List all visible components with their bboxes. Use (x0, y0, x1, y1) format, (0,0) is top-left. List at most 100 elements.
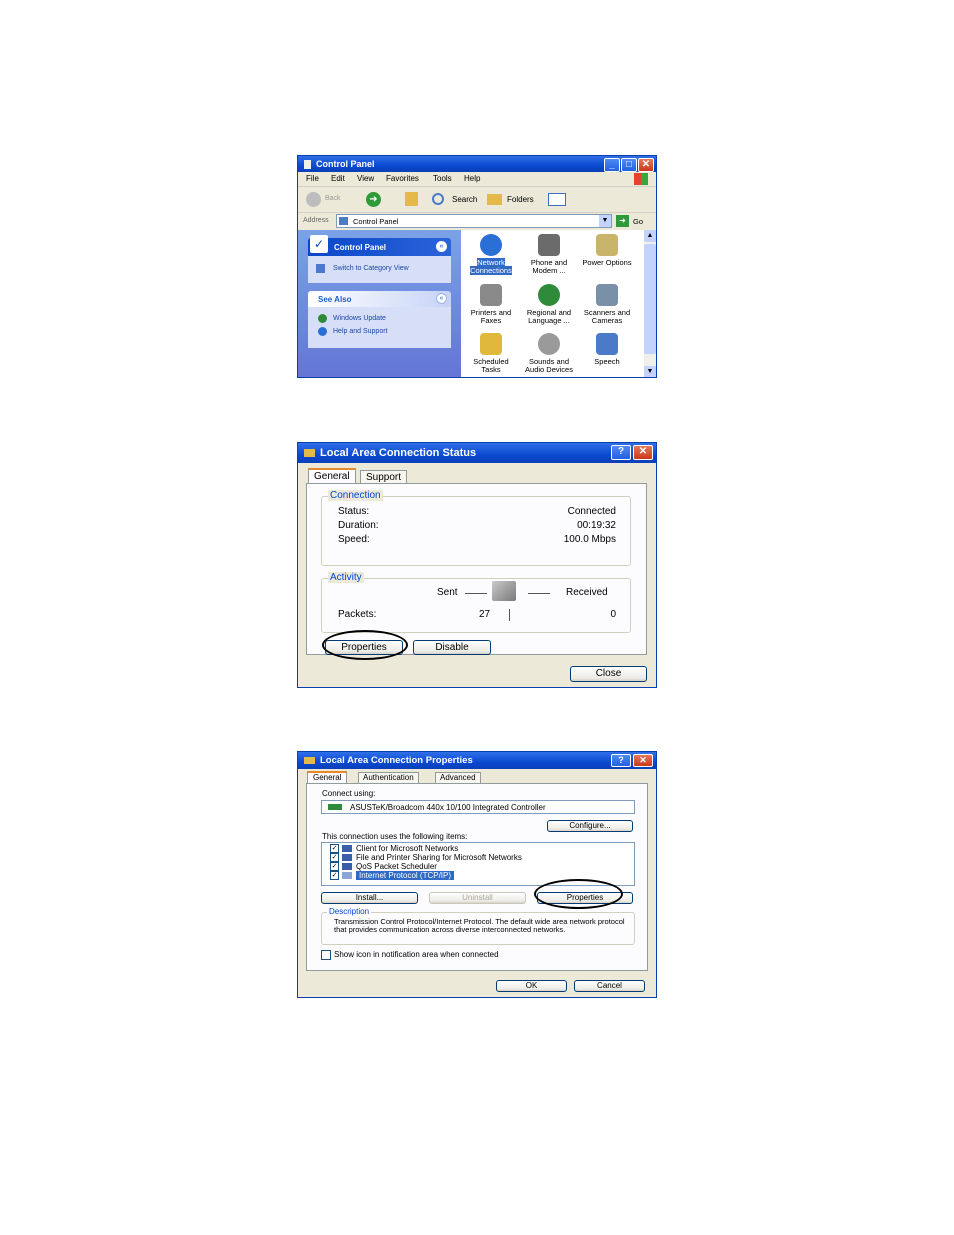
computers-activity-icon (492, 581, 516, 601)
network-connections-label-2: Connections (470, 266, 512, 275)
folders-icon[interactable] (487, 194, 502, 205)
tcpip-properties-highlight-circle (534, 879, 623, 909)
tab-support-label: Support (366, 472, 402, 483)
help-support-link[interactable]: Help and Support (333, 328, 387, 335)
properties-dialog: Local Area Connection Properties ? ✕ Gen… (297, 751, 657, 998)
printers-faxes-item[interactable]: Printers and Faxes (463, 284, 519, 325)
task-box-title: Control Panel (334, 243, 387, 252)
switch-category-link[interactable]: Switch to Category View (333, 265, 409, 272)
speech-label: Speech (594, 357, 620, 366)
see-also-collapse-icon[interactable]: « (436, 293, 447, 304)
cancel-button[interactable]: Cancel (574, 980, 645, 992)
tab-general-label: General (314, 471, 350, 482)
speaker-icon (538, 333, 560, 355)
menu-favorites[interactable]: Favorites (386, 174, 419, 183)
tcpip-checkbox[interactable]: ✓ (330, 871, 339, 881)
see-also-body: Windows Update Help and Support (308, 307, 451, 348)
menu-view[interactable]: View (357, 174, 374, 183)
vertical-scrollbar[interactable]: ▲ ▼ (644, 230, 656, 377)
see-also-header[interactable]: See Also « (308, 291, 451, 307)
help-button[interactable]: ? (611, 445, 631, 460)
phone-modem-item[interactable]: Phone and Modem ... (521, 234, 577, 275)
description-text: Transmission Control Protocol/Internet P… (334, 917, 625, 934)
close-button[interactable]: ✕ (638, 158, 654, 172)
list-item-tcpip[interactable]: ✓ Internet Protocol (TCP/IP) (330, 871, 455, 881)
help-support-icon (318, 327, 327, 336)
uninstall-button-label: Uninstall (462, 893, 493, 902)
window-title: Control Panel (316, 159, 375, 169)
scroll-down-icon[interactable]: ▼ (644, 366, 656, 377)
tab-authentication[interactable]: Authentication (358, 772, 419, 783)
properties-highlight-circle (322, 630, 408, 660)
scanners-cameras-item[interactable]: Scanners and Cameras (579, 284, 635, 325)
file-sharing-icon (342, 854, 352, 862)
menu-bar: File Edit View Favorites Tools Help (298, 172, 656, 187)
scheduled-tasks-item[interactable]: Scheduled Tasks (463, 333, 519, 374)
task-box-header[interactable]: ✓ Control Panel « (308, 235, 451, 256)
speed-label: Speed: (338, 534, 370, 545)
scroll-thumb[interactable] (644, 244, 656, 354)
disable-button[interactable]: Disable (413, 640, 491, 655)
address-dropdown-icon[interactable]: ▼ (599, 215, 611, 227)
properties-close-x-button[interactable]: ✕ (633, 754, 653, 767)
packets-sent-value: 27 (479, 609, 491, 620)
menu-edit[interactable]: Edit (331, 174, 345, 183)
collapse-icon[interactable]: « (436, 241, 447, 252)
menu-file[interactable]: File (306, 174, 319, 183)
control-panel-titlebar[interactable]: Control Panel _ □ ✕ (298, 156, 656, 172)
up-folder-icon[interactable] (405, 192, 418, 206)
scroll-up-icon[interactable]: ▲ (644, 230, 656, 242)
control-panel-small-icon (339, 217, 348, 225)
sent-line (465, 593, 487, 594)
sounds-audio-item[interactable]: Sounds and Audio Devices (521, 333, 577, 374)
forward-icon[interactable]: ➜ (366, 192, 381, 207)
status-close-x-button[interactable]: ✕ (633, 445, 653, 460)
search-label[interactable]: Search (452, 195, 477, 204)
status-close-button[interactable]: Close (570, 666, 647, 682)
address-label: Address (303, 217, 329, 224)
speech-item[interactable]: Speech (579, 333, 635, 366)
minimize-button[interactable]: _ (604, 158, 620, 172)
regional-language-item[interactable]: Regional and Language ... (521, 284, 577, 325)
menu-tools[interactable]: Tools (433, 174, 452, 183)
see-also-box: See Also « Windows Update Help and Suppo… (308, 291, 451, 348)
address-field[interactable]: Control Panel ▼ (336, 214, 612, 228)
configure-button-label: Configure... (569, 821, 611, 830)
show-icon-row[interactable]: Show icon in notification area when conn… (321, 950, 499, 960)
sent-label: Sent (437, 587, 458, 598)
properties-help-button[interactable]: ? (611, 754, 631, 767)
list-item-file-sharing[interactable]: ✓ File and Printer Sharing for Microsoft … (330, 853, 522, 863)
icons-area: Network Connections Phone and Modem ... … (461, 230, 644, 377)
status-label: Status: (338, 506, 370, 517)
phone-modem-label-2: Modem ... (532, 266, 566, 275)
network-connections-item[interactable]: Network Connections (463, 234, 519, 275)
power-options-item[interactable]: Power Options (579, 234, 635, 267)
status-titlebar[interactable]: Local Area Connection Status ? ✕ (298, 443, 656, 463)
received-label: Received (566, 587, 608, 598)
configure-button[interactable]: Configure... (547, 820, 633, 832)
tab-support[interactable]: Support (360, 470, 408, 483)
search-icon[interactable] (432, 193, 444, 205)
ok-button[interactable]: OK (496, 980, 567, 992)
views-icon[interactable] (548, 193, 566, 206)
windows-update-link[interactable]: Windows Update (333, 315, 386, 322)
adapter-name: ASUSTeK/Broadcom 440x 10/100 Integrated … (350, 803, 546, 812)
show-icon-checkbox[interactable] (321, 950, 331, 960)
properties-titlebar[interactable]: Local Area Connection Properties ? ✕ (298, 752, 656, 769)
uninstall-button[interactable]: Uninstall (429, 892, 526, 904)
install-button[interactable]: Install... (321, 892, 418, 904)
menu-help[interactable]: Help (464, 174, 480, 183)
tab-advanced[interactable]: Advanced (435, 772, 481, 783)
folders-label[interactable]: Folders (507, 195, 534, 204)
maximize-button[interactable]: □ (621, 158, 637, 172)
go-label[interactable]: Go (633, 217, 643, 226)
go-icon[interactable]: ➜ (616, 215, 629, 227)
packets-received-value: 0 (610, 609, 616, 620)
scheduled-tasks-icon (480, 333, 502, 355)
list-item-client[interactable]: ✓ Client for Microsoft Networks (330, 844, 458, 854)
tab-general-props[interactable]: General (307, 771, 348, 783)
back-icon[interactable] (306, 192, 321, 207)
list-item-qos[interactable]: ✓ QoS Packet Scheduler (330, 862, 437, 872)
tab-general[interactable]: General (308, 468, 356, 483)
back-label[interactable]: Back (325, 195, 341, 202)
